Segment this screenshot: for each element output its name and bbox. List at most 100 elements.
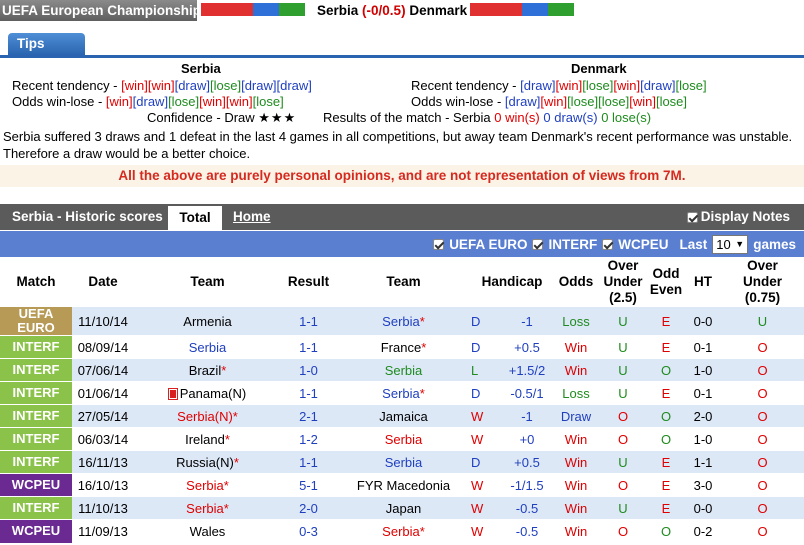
table-row: INTERF 06/03/14 Ireland* 1-2 Serbia W +0 Win O O 1… (0, 427, 804, 451)
result-cell[interactable]: 1-1 (281, 306, 336, 336)
home-team-cell[interactable]: Wales (134, 519, 281, 543)
home-team-cell[interactable]: Serbia(N)* (134, 404, 281, 428)
competition-cell[interactable]: INTERF (0, 496, 72, 520)
filter-interf-checkbox[interactable] (532, 238, 544, 250)
tips-away-name: Denmark (571, 61, 627, 76)
away-team-cell[interactable]: Serbia* (336, 381, 471, 405)
col-team: Team (134, 258, 281, 307)
away-odds-item: [lose] (598, 94, 630, 109)
over-under-075-cell: O (721, 381, 804, 405)
tab-total[interactable]: Total (168, 206, 222, 230)
over-under-075-cell: O (721, 427, 804, 451)
away-team-cell[interactable]: Serbia (336, 450, 471, 474)
away-team-cell[interactable]: Serbia (336, 358, 471, 382)
result-cell[interactable]: 1-1 (281, 335, 336, 359)
competition-cell[interactable]: INTERF (0, 450, 72, 474)
ht-cell: 0-0 (685, 306, 721, 336)
home-team-cell[interactable]: Serbia (134, 335, 281, 359)
away-tendency-item: [draw] (640, 78, 676, 93)
result-cell[interactable]: 2-0 (281, 496, 336, 520)
table-row: INTERF 27/05/14 Serbia(N)* 2-1 Jamaica W -1 Dra… (0, 404, 804, 428)
competition-cell[interactable]: INTERF (0, 381, 72, 405)
table-row: INTERF 11/10/13 Serbia* 2-0 Japan W -0.5 Win U E 0… (0, 496, 804, 520)
home-team-name[interactable]: Serbia (317, 3, 358, 18)
away-team-cell[interactable]: Serbia (336, 427, 471, 451)
away-odds-item: [win] (540, 94, 568, 109)
away-form-segment (470, 3, 496, 16)
away-tendency-item: [lose] (582, 78, 614, 93)
handicap-cell: W -1 (471, 404, 553, 428)
odd-even-cell: E (647, 306, 685, 336)
competition-cell[interactable]: UEFA EURO (0, 306, 72, 336)
home-team-cell[interactable]: Russia(N)* (134, 450, 281, 474)
odd-even-cell: E (647, 381, 685, 405)
date-cell: 16/10/13 (72, 473, 134, 497)
odds-cell: Win (553, 450, 599, 474)
table-row: INTERF 01/06/14 Panama(N) 1-1 Serbia* D -0.5/1… (0, 381, 804, 405)
date-cell: 27/05/14 (72, 404, 134, 428)
competition-title[interactable]: UEFA European Championship (0, 0, 201, 21)
away-team-cell[interactable]: Japan (336, 496, 471, 520)
over-under-075-cell: O (721, 335, 804, 359)
over-under-cell: U (599, 450, 647, 474)
col-match: Match (0, 258, 72, 307)
result-cell[interactable]: 0-3 (281, 519, 336, 543)
away-odds-item: [draw] (504, 94, 541, 109)
display-notes-toggle[interactable]: Display Notes (686, 204, 790, 230)
home-tendency-item: [win] (147, 78, 175, 93)
over-under-cell: O (599, 519, 647, 543)
home-team-cell[interactable]: Ireland* (134, 427, 281, 451)
tips-body: Serbia Denmark Recent tendency - [win][w… (0, 58, 804, 163)
away-tendency-item: [draw] (520, 78, 556, 93)
away-tendency-item: [win] (613, 78, 641, 93)
tab-home[interactable]: Home (233, 204, 271, 230)
competition-cell[interactable]: WCPEU (0, 519, 72, 543)
display-notes-checkbox[interactable] (686, 211, 698, 223)
home-team-cell[interactable]: Panama(N) (134, 381, 281, 405)
result-cell[interactable]: 5-1 (281, 473, 336, 497)
matchup-title: Serbia (-0/0.5) Denmark (317, 2, 467, 19)
home-team-cell[interactable]: Brazil* (134, 358, 281, 382)
date-cell: 01/06/14 (72, 381, 134, 405)
home-odds-item: [lose] (168, 94, 200, 109)
ht-cell: 3-0 (685, 473, 721, 497)
competition-cell[interactable]: INTERF (0, 427, 72, 451)
competition-cell[interactable]: INTERF (0, 404, 72, 428)
competition-cell[interactable]: INTERF (0, 335, 72, 359)
away-form-segment (548, 3, 574, 16)
last-games-select[interactable]: 10 ▼ (712, 234, 749, 254)
filter-uefa-euro-checkbox[interactable] (433, 238, 445, 250)
result-cell[interactable]: 1-2 (281, 427, 336, 451)
over-under-075-cell: U (721, 306, 804, 336)
home-tendency-item: [draw] (241, 78, 277, 93)
handicap-cell: W -0.5 (471, 519, 553, 543)
odds-cell: Win (553, 473, 599, 497)
handicap-cell: W -1/1.5 (471, 473, 553, 497)
away-team-name[interactable]: Denmark (409, 3, 467, 18)
filter-wcpeu-checkbox[interactable] (602, 238, 614, 250)
result-cell[interactable]: 1-0 (281, 358, 336, 382)
home-team-cell[interactable]: Serbia* (134, 496, 281, 520)
odd-even-cell: O (647, 358, 685, 382)
over-under-cell: O (599, 404, 647, 428)
away-team-cell[interactable]: Serbia* (336, 519, 471, 543)
result-cell[interactable]: 1-1 (281, 381, 336, 405)
away-team-cell[interactable]: Jamaica (336, 404, 471, 428)
away-team-cell[interactable]: FYR Macedonia (336, 473, 471, 497)
tips-tab[interactable]: Tips (8, 33, 85, 55)
home-team-cell[interactable]: Armenia (134, 306, 281, 336)
historic-scores-title: Serbia - Historic scores (12, 209, 163, 224)
date-cell: 08/09/14 (72, 335, 134, 359)
away-team-cell[interactable]: Serbia* (336, 306, 471, 336)
result-cell[interactable]: 2-1 (281, 404, 336, 428)
tips-home-name: Serbia (181, 61, 221, 76)
home-team-cell[interactable]: Serbia* (134, 473, 281, 497)
result-cell[interactable]: 1-1 (281, 450, 336, 474)
away-odds-win-lose: Odds win-lose - [draw][win][lose][lose][… (411, 94, 688, 109)
competition-cell[interactable]: INTERF (0, 358, 72, 382)
home-tendency-item: [draw] (276, 78, 312, 93)
date-cell: 06/03/14 (72, 427, 134, 451)
away-team-cell[interactable]: France* (336, 335, 471, 359)
competition-cell[interactable]: WCPEU (0, 473, 72, 497)
ht-cell: 0-2 (685, 519, 721, 543)
